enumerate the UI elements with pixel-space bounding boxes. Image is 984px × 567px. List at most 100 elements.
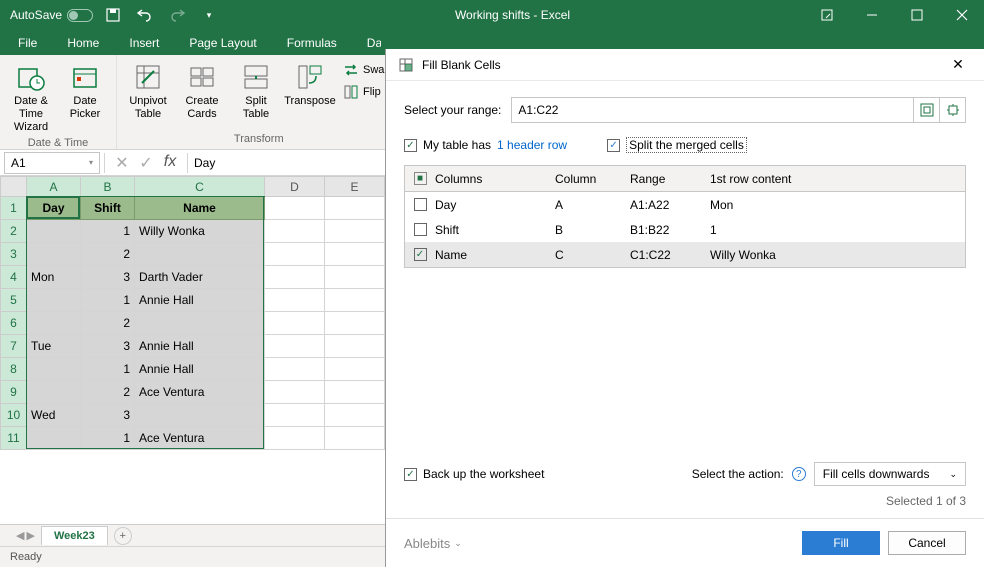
cell[interactable]: Mon bbox=[27, 266, 81, 289]
row-header[interactable]: 6 bbox=[1, 312, 27, 335]
cell[interactable] bbox=[265, 335, 325, 358]
col-header[interactable]: D bbox=[265, 177, 325, 197]
cell[interactable] bbox=[325, 289, 385, 312]
row-header[interactable]: 10 bbox=[1, 404, 27, 427]
cell[interactable]: Annie Hall bbox=[135, 335, 265, 358]
row-header[interactable]: 2 bbox=[1, 220, 27, 243]
col-header[interactable]: B bbox=[81, 177, 135, 197]
cell[interactable] bbox=[325, 243, 385, 266]
row-header[interactable]: 4 bbox=[1, 266, 27, 289]
row-header[interactable]: 5 bbox=[1, 289, 27, 312]
cell[interactable]: Shift bbox=[81, 197, 135, 220]
cancel-button[interactable]: Cancel bbox=[888, 531, 966, 555]
cell[interactable]: 2 bbox=[81, 312, 135, 335]
row-header[interactable]: 7 bbox=[1, 335, 27, 358]
cell[interactable]: 1 bbox=[81, 358, 135, 381]
cell[interactable]: Name bbox=[135, 197, 265, 220]
cell[interactable] bbox=[325, 358, 385, 381]
col-header[interactable]: C bbox=[135, 177, 265, 197]
name-box[interactable]: A1 ▾ bbox=[4, 152, 100, 174]
cell[interactable]: 2 bbox=[81, 381, 135, 404]
close-icon[interactable] bbox=[939, 0, 984, 30]
cell[interactable] bbox=[265, 381, 325, 404]
cell[interactable] bbox=[265, 404, 325, 427]
create-cards-button[interactable]: Create Cards bbox=[177, 59, 227, 121]
cell[interactable] bbox=[325, 197, 385, 220]
cell[interactable]: Tue bbox=[27, 335, 81, 358]
cell[interactable] bbox=[27, 220, 81, 243]
tab-file[interactable]: File bbox=[4, 31, 51, 55]
tab-insert[interactable]: Insert bbox=[115, 31, 173, 55]
cell[interactable] bbox=[265, 427, 325, 450]
row-header[interactable]: 9 bbox=[1, 381, 27, 404]
cell[interactable]: 1 bbox=[81, 220, 135, 243]
cell[interactable] bbox=[135, 312, 265, 335]
cell[interactable]: Willy Wonka bbox=[135, 220, 265, 243]
fx-icon[interactable]: fx bbox=[159, 153, 181, 173]
cell[interactable] bbox=[265, 197, 325, 220]
cell[interactable]: 2 bbox=[81, 243, 135, 266]
transpose-button[interactable]: Transpose bbox=[285, 59, 335, 108]
cell[interactable] bbox=[27, 289, 81, 312]
ribbon-options-icon[interactable] bbox=[804, 0, 849, 30]
cell[interactable] bbox=[135, 243, 265, 266]
action-dropdown[interactable]: Fill cells downwards ⌄ bbox=[814, 462, 966, 486]
cell[interactable]: 1 bbox=[81, 289, 135, 312]
cell[interactable]: 3 bbox=[81, 266, 135, 289]
enter-formula-icon[interactable]: ✓ bbox=[135, 153, 157, 173]
checkbox-unchecked-icon[interactable] bbox=[414, 223, 427, 236]
split-merged-checkbox[interactable]: ✓ Split the merged cells bbox=[607, 137, 747, 153]
tab-data[interactable]: Dat… bbox=[353, 31, 381, 55]
checkbox-unchecked-icon[interactable] bbox=[414, 198, 427, 211]
header-row-link[interactable]: 1 header row bbox=[497, 138, 567, 152]
row-header[interactable]: 1 bbox=[1, 197, 27, 220]
cell[interactable] bbox=[325, 335, 385, 358]
minimize-icon[interactable] bbox=[849, 0, 894, 30]
cell[interactable] bbox=[27, 427, 81, 450]
cell[interactable] bbox=[265, 266, 325, 289]
add-sheet-icon[interactable]: + bbox=[114, 527, 132, 545]
sheet-nav-prev-icon[interactable]: ◀ bbox=[16, 529, 24, 542]
sheet-tab[interactable]: Week23 bbox=[41, 526, 108, 545]
date-time-wizard-button[interactable]: Date & Time Wizard bbox=[6, 59, 56, 135]
qat-dropdown-icon[interactable]: ▾ bbox=[197, 3, 221, 27]
autosave-toggle[interactable]: AutoSave bbox=[10, 8, 93, 22]
range-input[interactable] bbox=[511, 97, 966, 123]
undo-icon[interactable] bbox=[133, 3, 157, 27]
cell[interactable] bbox=[325, 266, 385, 289]
redo-icon[interactable] bbox=[165, 3, 189, 27]
backup-checkbox[interactable]: ✓ Back up the worksheet bbox=[404, 467, 544, 481]
split-table-button[interactable]: Split Table bbox=[231, 59, 281, 121]
help-icon[interactable]: ? bbox=[792, 467, 806, 481]
save-icon[interactable] bbox=[101, 3, 125, 27]
cell[interactable]: 3 bbox=[81, 335, 135, 358]
cell[interactable]: Ace Ventura bbox=[135, 427, 265, 450]
cell[interactable]: 3 bbox=[81, 404, 135, 427]
tab-formulas[interactable]: Formulas bbox=[273, 31, 351, 55]
checkbox-checked-icon[interactable]: ✓ bbox=[414, 248, 427, 261]
ablebits-brand[interactable]: Ablebits ⌄ bbox=[404, 536, 462, 551]
fill-button[interactable]: Fill bbox=[802, 531, 880, 555]
cell[interactable]: Annie Hall bbox=[135, 358, 265, 381]
cell[interactable] bbox=[265, 220, 325, 243]
cell[interactable] bbox=[265, 289, 325, 312]
tab-page-layout[interactable]: Page Layout bbox=[175, 31, 270, 55]
row-header[interactable]: 11 bbox=[1, 427, 27, 450]
header-row-checkbox[interactable]: ✓ My table has 1 header row bbox=[404, 137, 567, 153]
row-header[interactable]: 8 bbox=[1, 358, 27, 381]
cell[interactable]: Wed bbox=[27, 404, 81, 427]
cell[interactable] bbox=[27, 381, 81, 404]
row-header[interactable]: 3 bbox=[1, 243, 27, 266]
cell[interactable] bbox=[265, 243, 325, 266]
cell[interactable]: Ace Ventura bbox=[135, 381, 265, 404]
table-row[interactable]: Shift B B1:B22 1 bbox=[405, 217, 965, 242]
cell[interactable] bbox=[265, 358, 325, 381]
select-range-icon[interactable] bbox=[913, 98, 939, 122]
cell[interactable] bbox=[325, 381, 385, 404]
cell[interactable] bbox=[27, 243, 81, 266]
date-picker-button[interactable]: Date Picker bbox=[60, 59, 110, 121]
expand-range-icon[interactable] bbox=[939, 98, 965, 122]
sheet-nav-next-icon[interactable]: ▶ bbox=[26, 529, 34, 542]
cell[interactable] bbox=[325, 220, 385, 243]
cell[interactable] bbox=[265, 312, 325, 335]
